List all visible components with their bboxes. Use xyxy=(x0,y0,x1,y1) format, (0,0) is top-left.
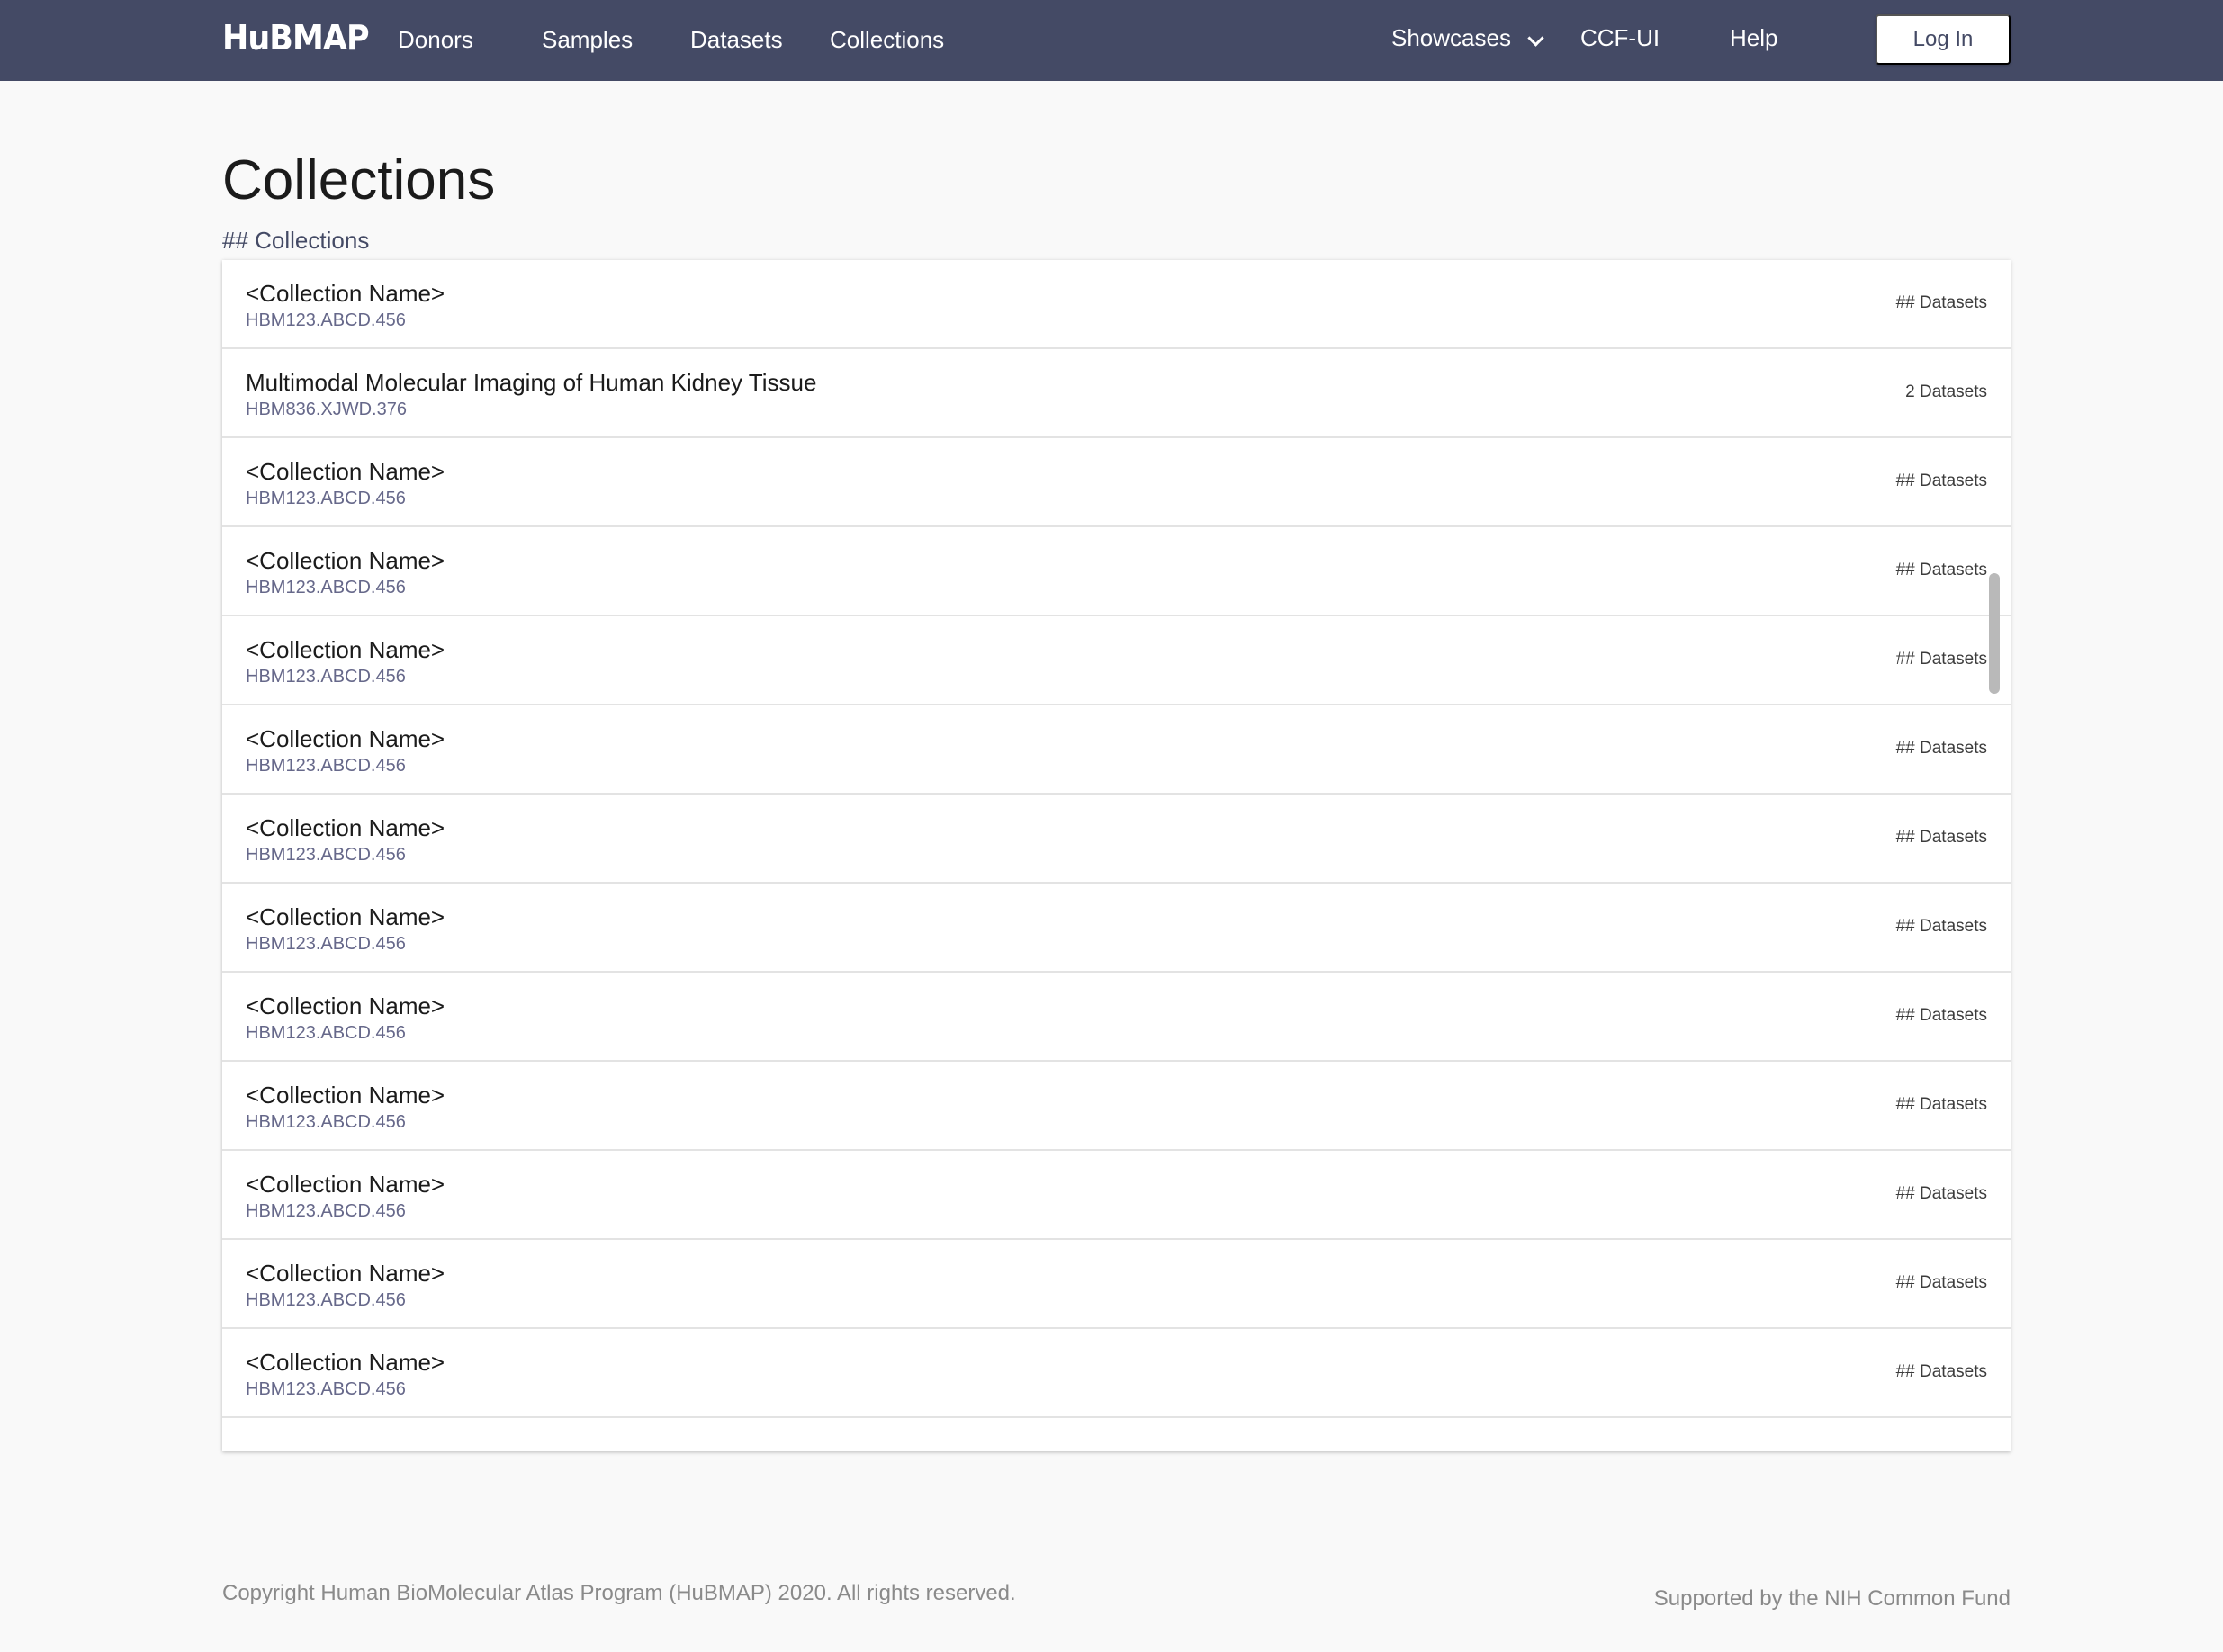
collection-name[interactable]: <Collection Name> xyxy=(246,636,445,664)
page-title: Collections xyxy=(222,149,496,211)
collection-row[interactable]: <Collection Name> HBM123.ABCD.456 ## Dat… xyxy=(222,1329,2011,1418)
collection-row[interactable]: <Collection Name> HBM123.ABCD.456 ## Dat… xyxy=(222,1240,2011,1329)
collection-name[interactable]: <Collection Name> xyxy=(246,992,445,1020)
collection-id: HBM123.ABCD.456 xyxy=(246,1290,406,1310)
collection-dataset-count: ## Datasets xyxy=(1895,1006,1987,1025)
collection-dataset-count: ## Datasets xyxy=(1895,471,1987,490)
collection-id: HBM123.ABCD.456 xyxy=(246,1112,406,1132)
collection-name[interactable]: <Collection Name> xyxy=(246,547,445,575)
nav-datasets[interactable]: Datasets xyxy=(690,26,783,54)
collection-name[interactable]: <Collection Name> xyxy=(246,1260,445,1288)
collection-id: HBM123.ABCD.456 xyxy=(246,1379,406,1399)
chevron-down-icon[interactable] xyxy=(1527,30,1544,47)
collection-row[interactable]: <Collection Name> HBM123.ABCD.456 ## Dat… xyxy=(222,884,2011,973)
collection-id: HBM123.ABCD.456 xyxy=(246,1023,406,1043)
hubmap-logo[interactable]: HuBMAP xyxy=(222,18,370,58)
collection-id: HBM123.ABCD.456 xyxy=(246,310,406,330)
collection-id: HBM123.ABCD.456 xyxy=(246,845,406,865)
collection-name[interactable]: <Collection Name> xyxy=(246,1171,445,1199)
collection-dataset-count: ## Datasets xyxy=(1895,1095,1987,1114)
collection-id: HBM123.ABCD.456 xyxy=(246,756,406,776)
collection-name[interactable]: Multimodal Molecular Imaging of Human Ki… xyxy=(246,369,816,397)
collection-row[interactable]: <Collection Name> HBM123.ABCD.456 ## Dat… xyxy=(222,260,2011,349)
collection-row[interactable]: <Collection Name> HBM123.ABCD.456 ## Dat… xyxy=(222,438,2011,527)
collection-id: HBM123.ABCD.456 xyxy=(246,578,406,597)
collections-count: ## Collections xyxy=(222,227,370,254)
collections-list[interactable]: <Collection Name> HBM123.ABCD.456 ## Dat… xyxy=(222,260,2011,1451)
collection-dataset-count: ## Datasets xyxy=(1895,828,1987,847)
collection-dataset-count: ## Datasets xyxy=(1895,1273,1987,1292)
collection-name[interactable]: <Collection Name> xyxy=(246,725,445,753)
collection-id: HBM836.XJWD.376 xyxy=(246,400,407,419)
collection-name[interactable]: <Collection Name> xyxy=(246,1349,445,1377)
footer-copyright: Copyright Human BioMolecular Atlas Progr… xyxy=(222,1581,1016,1605)
collection-dataset-count: ## Datasets xyxy=(1895,1362,1987,1381)
collection-dataset-count: ## Datasets xyxy=(1895,917,1987,936)
collection-id: HBM123.ABCD.456 xyxy=(246,667,406,687)
footer-support: Supported by the NIH Common Fund xyxy=(1653,1586,2011,1611)
scrollbar-thumb[interactable] xyxy=(1989,573,2000,694)
collection-dataset-count: ## Datasets xyxy=(1895,561,1987,579)
collection-dataset-count: ## Datasets xyxy=(1895,293,1987,312)
collection-row[interactable]: <Collection Name> HBM123.ABCD.456 ## Dat… xyxy=(222,1151,2011,1240)
nav-samples[interactable]: Samples xyxy=(542,26,633,54)
collection-row[interactable]: <Collection Name> HBM123.ABCD.456 ## Dat… xyxy=(222,795,2011,884)
nav-donors[interactable]: Donors xyxy=(398,26,473,54)
collection-name[interactable]: <Collection Name> xyxy=(246,814,445,842)
collection-name[interactable]: <Collection Name> xyxy=(246,903,445,931)
collection-dataset-count: ## Datasets xyxy=(1895,1184,1987,1203)
collection-row[interactable]: <Collection Name> HBM123.ABCD.456 ## Dat… xyxy=(222,705,2011,795)
nav-help[interactable]: Help xyxy=(1730,24,1778,52)
collection-name[interactable]: <Collection Name> xyxy=(246,458,445,486)
collection-id: HBM123.ABCD.456 xyxy=(246,489,406,508)
collection-name[interactable]: <Collection Name> xyxy=(246,280,445,308)
top-navbar: HuBMAP Donors Samples Datasets Collectio… xyxy=(0,0,2223,81)
nav-collections[interactable]: Collections xyxy=(830,26,944,54)
collection-row[interactable]: Multimodal Molecular Imaging of Human Ki… xyxy=(222,349,2011,438)
nav-showcases[interactable]: Showcases xyxy=(1391,24,1511,52)
collection-row[interactable]: <Collection Name> HBM123.ABCD.456 ## Dat… xyxy=(222,973,2011,1062)
collection-id: HBM123.ABCD.456 xyxy=(246,934,406,954)
collection-dataset-count: 2 Datasets xyxy=(1905,382,1987,401)
collection-row[interactable]: <Collection Name> HBM123.ABCD.456 ## Dat… xyxy=(222,527,2011,616)
collection-dataset-count: ## Datasets xyxy=(1895,650,1987,669)
list-scrollbar[interactable] xyxy=(1989,573,2000,694)
collection-id: HBM123.ABCD.456 xyxy=(246,1201,406,1221)
nav-ccf-ui[interactable]: CCF-UI xyxy=(1580,24,1660,52)
collection-row[interactable]: <Collection Name> HBM123.ABCD.456 ## Dat… xyxy=(222,1062,2011,1151)
collection-row[interactable]: <Collection Name> HBM123.ABCD.456 ## Dat… xyxy=(222,616,2011,705)
login-button[interactable]: Log In xyxy=(1876,14,2011,65)
collection-dataset-count: ## Datasets xyxy=(1895,739,1987,758)
collection-name[interactable]: <Collection Name> xyxy=(246,1082,445,1109)
